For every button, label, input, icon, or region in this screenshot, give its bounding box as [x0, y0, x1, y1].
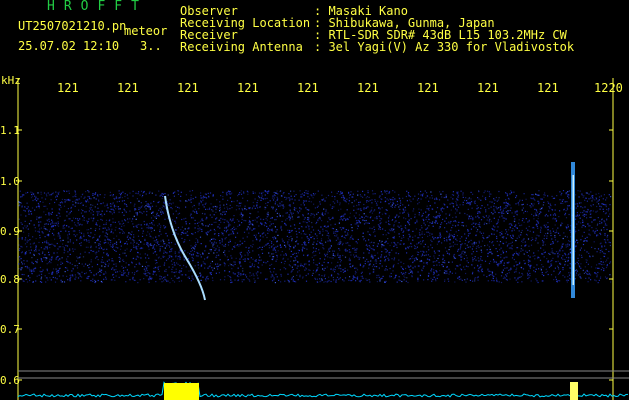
continuous-signal-line: [571, 162, 575, 298]
x-axis-unit: kHz: [1, 74, 21, 87]
spectrum-trace: [17, 381, 629, 398]
x-tick-label: 121: [177, 81, 199, 95]
x-tick-label: 121: [477, 81, 499, 95]
x-tick-label: 121: [357, 81, 379, 95]
continuous-signal-core: [572, 175, 574, 285]
filename: UT2507021210.pn: [18, 19, 127, 33]
x-tick-label: 121: [57, 81, 79, 95]
burst-marker-right: [570, 382, 578, 400]
x-tick-label: 1220: [594, 81, 623, 95]
counter: 3..: [140, 39, 162, 53]
x-tick-label: 121: [237, 81, 259, 95]
y-tick-label: 0.8: [0, 273, 20, 286]
detection-tag: meteor: [124, 24, 168, 38]
header-value: : 3el Yagi(V) Az 330 for Vladivostok: [314, 40, 575, 54]
y-tick-label: 0.7: [0, 323, 20, 336]
y-tick-label: 1.0: [0, 175, 20, 188]
x-tick-label: 121: [297, 81, 319, 95]
y-tick-label: 1.1: [0, 124, 20, 137]
x-tick-label: 121: [537, 81, 559, 95]
y-tick-label: 0.9: [0, 225, 20, 238]
y-tick-label: 0.6: [0, 374, 20, 387]
spectrogram-plot: [17, 78, 629, 400]
header-key: Receiving Antenna: [180, 40, 303, 54]
timestamp: 25.07.02 12:10: [18, 39, 120, 53]
burst-marker: [164, 383, 199, 400]
noise-band: [18, 190, 612, 284]
observation-header: Observer: Masaki Kano Receiving Location…: [180, 5, 574, 53]
x-tick-label: 121: [117, 81, 139, 95]
x-tick-label: 121: [417, 81, 439, 95]
app-logo: HROFFT: [47, 0, 148, 14]
meteor-trace: [164, 195, 206, 301]
